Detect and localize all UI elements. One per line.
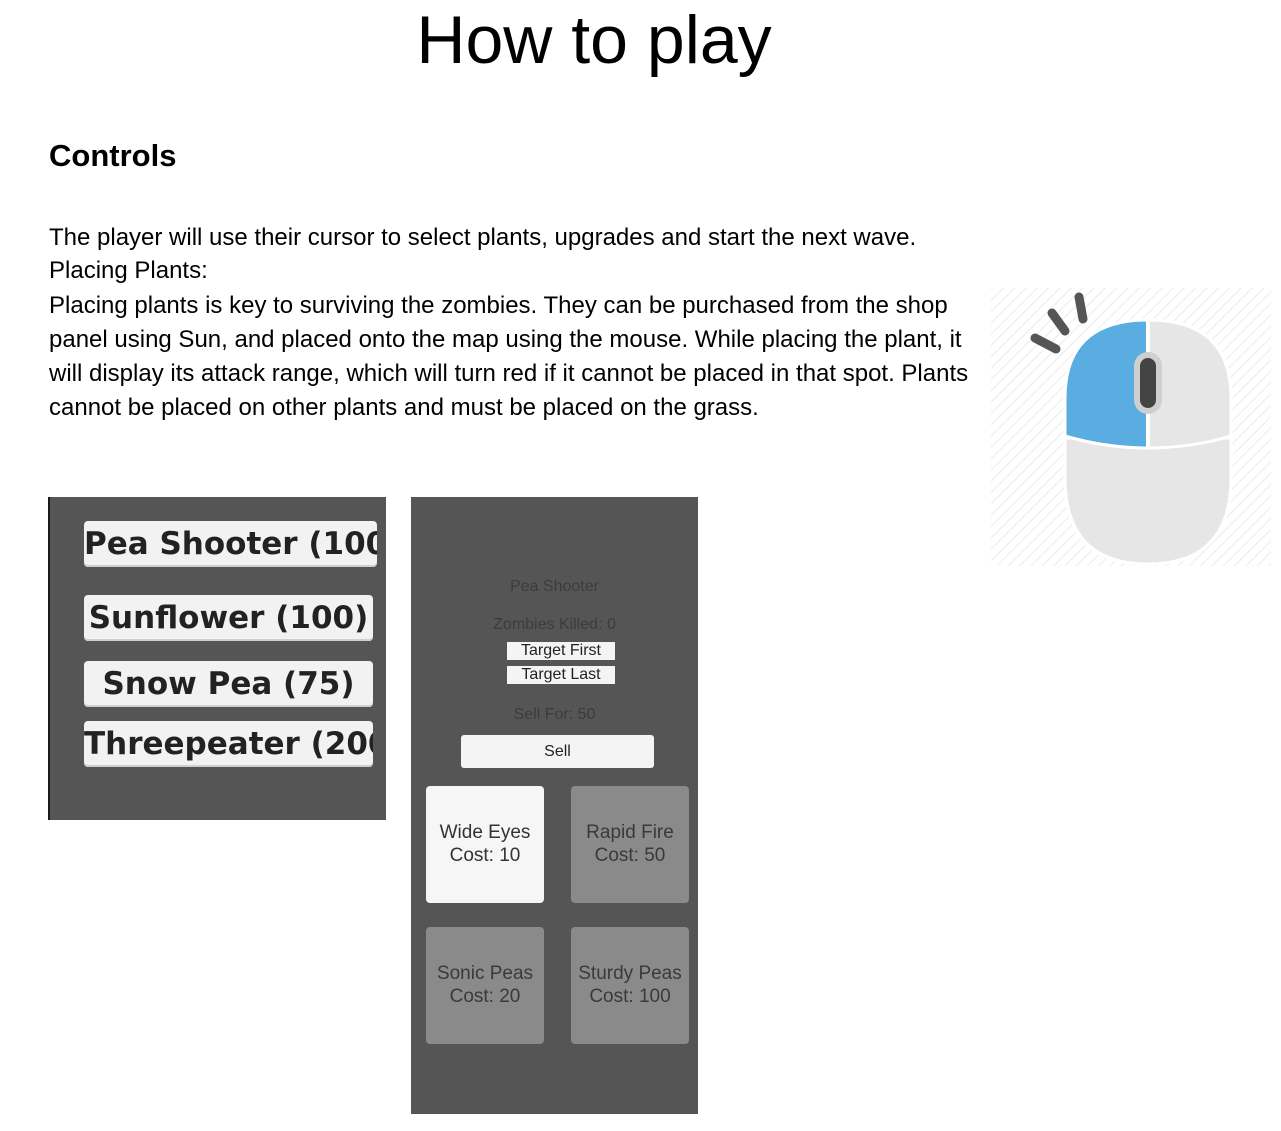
upgrade-sonic-peas-button[interactable]: Sonic Peas Cost: 20	[426, 927, 544, 1044]
upgrade-name: Sonic Peas	[436, 963, 534, 984]
shop-panel: Pea Shooter (100) Sunflower (100) Snow P…	[48, 497, 386, 820]
placing-plants-subheading: Placing Plants:	[49, 257, 208, 284]
upgrade-name: Sturdy Peas	[578, 963, 682, 984]
shop-item-threepeater-button[interactable]: Threepeater (200)	[84, 721, 373, 767]
placing-plants-paragraph: Placing plants is key to surviving the z…	[49, 292, 969, 421]
sell-button[interactable]: Sell	[461, 735, 654, 768]
sell-value: Sell For: 50	[513, 706, 596, 723]
target-first-button[interactable]: Target First	[507, 642, 615, 660]
zombies-killed-count: Zombies Killed: 0	[493, 616, 616, 633]
upgrade-cost: Cost: 10	[449, 845, 521, 866]
upgrade-cost: Cost: 100	[589, 986, 671, 1007]
shop-item-snow-pea-button[interactable]: Snow Pea (75)	[84, 661, 373, 707]
upgrade-name: Rapid Fire	[586, 822, 674, 843]
upgrade-rapid-fire-button[interactable]: Rapid Fire Cost: 50	[571, 786, 689, 903]
upgrade-name: Wide Eyes	[439, 822, 531, 843]
upgrade-cost: Cost: 50	[594, 845, 666, 866]
plant-name: Pea Shooter	[510, 578, 599, 595]
plant-info-panel: Pea Shooter Zombies Killed: 0 Target Fir…	[411, 497, 698, 1114]
target-last-button[interactable]: Target Last	[507, 666, 615, 684]
section-heading-controls: Controls	[49, 138, 177, 173]
page-title: How to play	[416, 2, 772, 78]
upgrade-wide-eyes-button[interactable]: Wide Eyes Cost: 10	[426, 786, 544, 903]
shop-item-pea-shooter-button[interactable]: Pea Shooter (100)	[84, 521, 377, 567]
upgrade-sturdy-peas-button[interactable]: Sturdy Peas Cost: 100	[571, 927, 689, 1044]
upgrade-cost: Cost: 20	[449, 986, 521, 1007]
mouse-click-icon	[991, 288, 1271, 566]
intro-paragraph: The player will use their cursor to sele…	[49, 224, 917, 251]
shop-item-sunflower-button[interactable]: Sunflower (100)	[84, 595, 373, 641]
